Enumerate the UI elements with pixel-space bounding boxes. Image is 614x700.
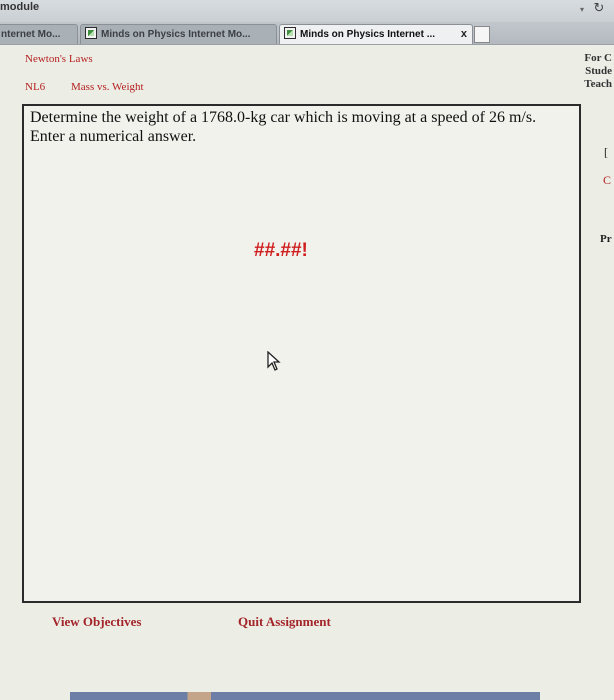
view-objectives-link[interactable]: View Objectives (52, 614, 141, 630)
page-favicon-icon (85, 27, 97, 39)
browser-toolbar: module ▾ ↻ (0, 0, 614, 22)
unit-title: Newton's Laws (25, 53, 93, 65)
tab-label: Minds on Physics Internet ... (300, 29, 436, 40)
answer-display[interactable]: ##.##! (254, 240, 308, 262)
page-favicon-icon (284, 27, 296, 39)
question-panel: Determine the weight of a 1768.0-kg car … (22, 104, 581, 603)
side-bracket: [ (604, 145, 608, 159)
url-bar[interactable]: module (0, 1, 39, 13)
audience-line: For C (584, 52, 612, 64)
tab-label: Minds on Physics Internet Mo... (101, 29, 251, 40)
side-link-pr[interactable]: Pr (600, 233, 612, 245)
audience-line: Teach (584, 78, 612, 90)
reload-button[interactable]: ▾ ↻ (580, 1, 610, 19)
tab-label: nternet Mo... (1, 29, 61, 40)
quit-assignment-link[interactable]: Quit Assignment (238, 614, 331, 630)
audience-list: For C Stude Teach (584, 52, 612, 91)
tab-bar: nternet Mo... Minds on Physics Internet … (0, 22, 614, 45)
reload-icon: ↻ (593, 1, 605, 16)
question-text: Determine the weight of a 1768.0-kg car … (30, 109, 537, 145)
mouse-pointer-icon (267, 351, 281, 371)
tab-internet-module[interactable]: nternet Mo... (0, 24, 78, 44)
dropdown-arrow-icon[interactable]: ▾ (580, 5, 584, 14)
taskbar-strip (70, 692, 540, 700)
new-tab-button[interactable] (474, 26, 490, 43)
audience-line: Stude (585, 65, 612, 77)
module-topic: Mass vs. Weight (71, 81, 144, 93)
tab-minds-on-physics-1[interactable]: Minds on Physics Internet Mo... (80, 24, 277, 44)
close-tab-icon[interactable]: x (461, 25, 467, 44)
side-link-c[interactable]: C (603, 173, 611, 188)
tab-minds-on-physics-active[interactable]: Minds on Physics Internet ... x (279, 24, 473, 44)
module-code: NL6 (25, 81, 46, 93)
